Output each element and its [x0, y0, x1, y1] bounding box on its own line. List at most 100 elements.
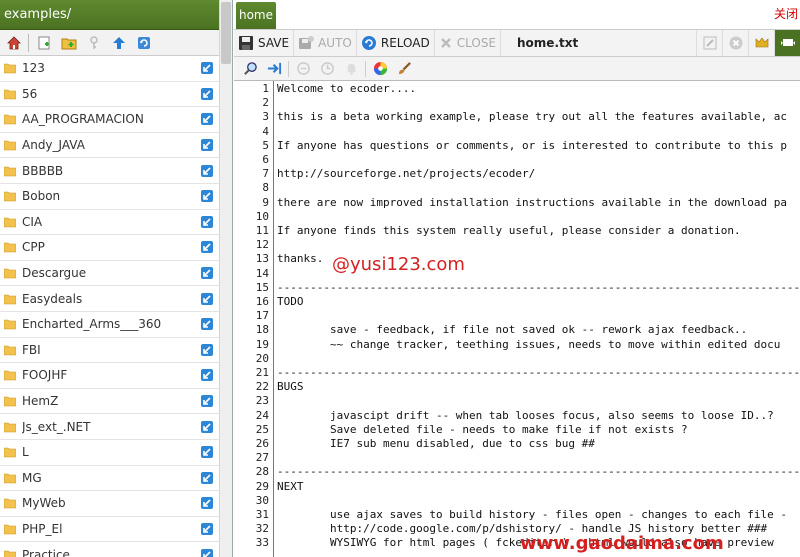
goto-line-icon[interactable]: [264, 59, 284, 79]
settings-button[interactable]: [748, 30, 774, 56]
line-number: 21: [255, 366, 269, 379]
code-line: ----------------------------------------…: [277, 366, 800, 379]
open-folder-arrow-icon[interactable]: [200, 87, 214, 101]
folder-item[interactable]: Js_ext_.NET: [0, 414, 220, 440]
open-folder-arrow-icon[interactable]: [200, 138, 214, 152]
auto-button[interactable]: AUTO: [294, 30, 357, 56]
save-button[interactable]: SAVE: [234, 30, 295, 56]
code-area[interactable]: Welcome to ecoder.... this is a beta work…: [276, 81, 800, 557]
up-directory-icon[interactable]: [108, 32, 129, 53]
folder-item[interactable]: 123: [0, 56, 220, 82]
folder-icon: [4, 115, 16, 125]
code-line: save - feedback, if file not saved ok --…: [277, 323, 748, 337]
refresh-icon[interactable]: [133, 32, 154, 53]
cancel-circle-icon: [729, 36, 742, 50]
open-folder-arrow-icon[interactable]: [200, 240, 214, 254]
history-icon[interactable]: [317, 59, 337, 79]
code-editor[interactable]: 1 2 3 4 5 6 7 8 9 10 11 12 13 14 15 16 17 18 19 20 21 22 23 24 2…: [234, 81, 800, 557]
folder-item[interactable]: L: [0, 440, 220, 466]
folder-item[interactable]: HemZ: [0, 389, 220, 415]
open-folder-arrow-icon[interactable]: [200, 548, 214, 557]
folder-icon: [4, 473, 16, 484]
open-folder-arrow-icon[interactable]: [200, 292, 214, 306]
folder-icon: [4, 422, 16, 432]
open-folder-arrow-icon[interactable]: [200, 317, 214, 331]
line-number: 11: [255, 224, 269, 237]
new-folder-icon[interactable]: [58, 32, 79, 53]
tab-home[interactable]: home: [236, 2, 276, 29]
line-number: 6: [262, 153, 269, 166]
folder-item[interactable]: PHP_El: [0, 517, 220, 543]
reload-button[interactable]: RELOAD: [357, 30, 435, 56]
home-icon[interactable]: [3, 32, 24, 53]
open-folder-arrow-icon[interactable]: [200, 420, 214, 434]
code-line: Save deleted file - needs to make file i…: [277, 422, 688, 436]
line-number: 4: [262, 124, 269, 138]
folder-item[interactable]: Encharted_Arms___360: [0, 312, 220, 338]
folder-item[interactable]: Descargue: [0, 261, 220, 287]
folder-item[interactable]: CIA: [0, 210, 220, 236]
reload-icon: [361, 36, 376, 50]
folder-item[interactable]: Andy_JAVA: [0, 133, 220, 159]
folder-item[interactable]: 56: [0, 82, 220, 108]
folder-item[interactable]: FBI: [0, 338, 220, 364]
code-line: Welcome to ecoder....: [277, 82, 417, 95]
folder-item[interactable]: Easydeals: [0, 286, 220, 312]
folder-item[interactable]: BBBBB: [0, 158, 220, 184]
fullscreen-button[interactable]: [774, 30, 800, 56]
folder-name: HemZ: [22, 394, 59, 409]
new-file-icon[interactable]: [33, 32, 54, 53]
folder-item[interactable]: MyWeb: [0, 491, 220, 517]
open-folder-arrow-icon[interactable]: [200, 189, 214, 203]
scrollbar-thumb[interactable]: [221, 2, 231, 64]
brush-icon[interactable]: [394, 59, 414, 79]
folder-icon: [4, 89, 16, 100]
browser-path-title: examples/: [0, 0, 220, 30]
folder-item[interactable]: MG: [0, 466, 220, 492]
open-folder-arrow-icon[interactable]: [200, 445, 214, 459]
open-folder-arrow-icon[interactable]: [200, 343, 214, 357]
close-link[interactable]: 关闭: [774, 5, 798, 22]
code-line: ----------------------------------------…: [277, 465, 800, 479]
edit-button[interactable]: [696, 30, 722, 56]
folder-icon: [4, 499, 16, 509]
folder-name: 123: [22, 61, 45, 76]
line-number: 24: [255, 408, 269, 422]
folder-name: MyWeb: [22, 496, 66, 511]
folder-item[interactable]: CPP: [0, 235, 220, 261]
open-folder-arrow-icon[interactable]: [200, 112, 214, 126]
open-folder-arrow-icon[interactable]: [200, 61, 214, 75]
open-folder-arrow-icon[interactable]: [200, 215, 214, 229]
stop-button[interactable]: [722, 30, 748, 56]
open-folder-arrow-icon[interactable]: [200, 164, 214, 178]
folder-icon: [4, 243, 16, 253]
line-number: 18: [255, 323, 269, 337]
line-number: 7: [262, 167, 269, 181]
folder-item[interactable]: Practice: [0, 542, 220, 557]
line-number: 1: [262, 82, 269, 95]
folder-name: CIA: [22, 214, 43, 229]
undo-icon[interactable]: [293, 59, 313, 79]
open-folder-arrow-icon[interactable]: [200, 496, 214, 510]
open-folder-arrow-icon[interactable]: [200, 471, 214, 485]
folder-item[interactable]: AA_PROGRAMACION: [0, 107, 220, 133]
line-number: 26: [255, 437, 269, 450]
folder-item[interactable]: FOOJHF: [0, 363, 220, 389]
color-picker-icon[interactable]: [370, 59, 390, 79]
browser-scrollbar[interactable]: [219, 0, 232, 557]
open-folder-arrow-icon[interactable]: [200, 394, 214, 408]
search-icon[interactable]: [240, 59, 260, 79]
line-number: 31: [255, 508, 269, 521]
close-label: CLOSE: [456, 36, 497, 50]
open-folder-arrow-icon[interactable]: [200, 266, 214, 280]
close-button[interactable]: CLOSE: [435, 30, 502, 56]
toolbar-divider: [365, 60, 366, 77]
open-folder-arrow-icon[interactable]: [200, 368, 214, 382]
bell-icon[interactable]: [341, 59, 361, 79]
folder-name: Bobon: [22, 189, 61, 204]
key-icon[interactable]: [83, 32, 104, 53]
open-folder-arrow-icon[interactable]: [200, 522, 214, 536]
line-number-gutter: 1 2 3 4 5 6 7 8 9 10 11 12 13 14 15 16 17 18 19 20 21 22 23 24 2…: [234, 81, 274, 557]
toolbar-divider: [28, 33, 29, 52]
folder-item[interactable]: Bobon: [0, 184, 220, 210]
